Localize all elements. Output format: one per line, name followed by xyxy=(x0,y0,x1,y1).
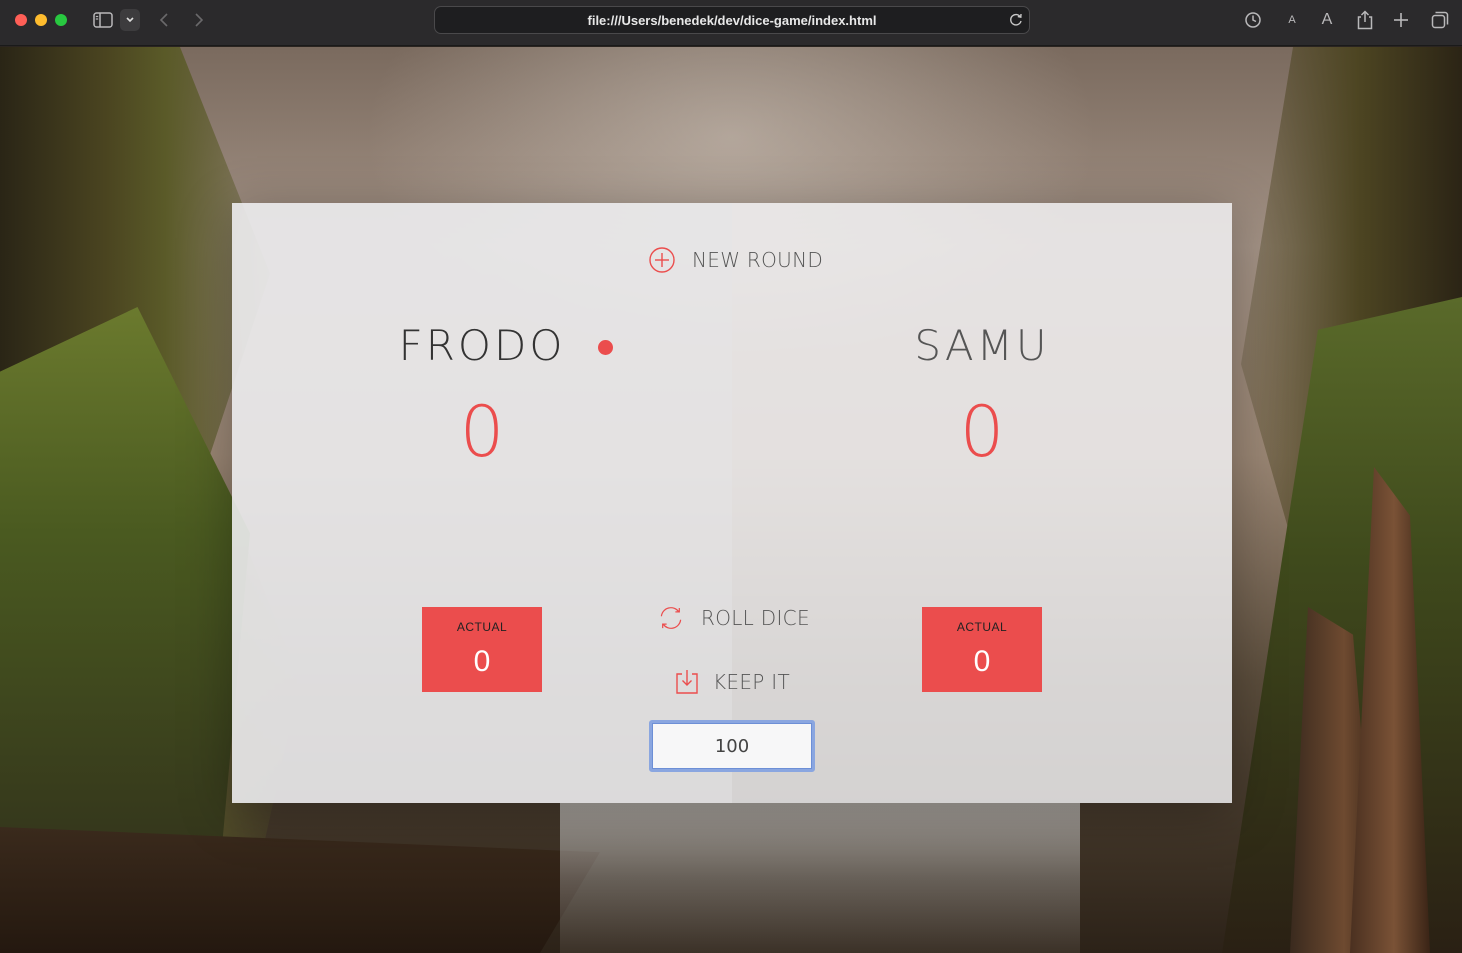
download-icon xyxy=(675,668,699,696)
new-tab-icon[interactable] xyxy=(1392,9,1410,31)
keep-it-label: KEEP IT xyxy=(713,670,791,694)
player-1-current-score: 0 xyxy=(973,645,991,678)
background-ground xyxy=(0,827,600,953)
tab-overview-icon[interactable] xyxy=(1430,9,1450,31)
roll-dice-button[interactable]: ROLL DICE xyxy=(657,604,810,632)
new-round-label: NEW ROUND xyxy=(692,248,824,272)
player-1-panel: SAMU 0 ACTUAL 0 xyxy=(732,203,1232,803)
keep-it-button[interactable]: KEEP IT xyxy=(675,668,790,696)
url-text: file:///Users/benedek/dev/dice-game/inde… xyxy=(587,13,877,28)
close-window-button[interactable] xyxy=(15,14,27,26)
sidebar-icon[interactable] xyxy=(91,9,115,31)
share-icon[interactable] xyxy=(1356,9,1374,31)
refresh-icon xyxy=(657,604,685,632)
player-1-name: SAMU xyxy=(914,321,1050,370)
final-score-input[interactable] xyxy=(649,720,815,772)
minimize-window-button[interactable] xyxy=(35,14,47,26)
background-waterfall xyxy=(560,803,1080,953)
chevron-left-icon[interactable] xyxy=(155,9,173,31)
player-0-current-score: 0 xyxy=(473,645,491,678)
reload-icon[interactable] xyxy=(1007,11,1025,29)
game-panel: FRODO 0 ACTUAL 0 SAMU 0 ACTUAL 0 NEW ROU… xyxy=(232,203,1232,803)
player-1-score: 0 xyxy=(959,391,1005,473)
history-icon[interactable] xyxy=(1242,9,1264,31)
player-0-score: 0 xyxy=(459,391,505,473)
player-1-current-box: ACTUAL 0 xyxy=(922,607,1042,692)
zoom-window-button[interactable] xyxy=(55,14,67,26)
active-player-indicator xyxy=(598,340,613,355)
plus-circle-icon xyxy=(648,246,676,274)
browser-toolbar: file:///Users/benedek/dev/dice-game/inde… xyxy=(0,0,1462,46)
font-decrease-icon[interactable]: A xyxy=(1284,9,1300,31)
player-0-panel: FRODO 0 ACTUAL 0 xyxy=(232,203,732,803)
current-label: ACTUAL xyxy=(456,620,508,634)
player-0-current-box: ACTUAL 0 xyxy=(422,607,542,692)
chevron-down-icon[interactable] xyxy=(120,9,140,31)
address-bar[interactable]: file:///Users/benedek/dev/dice-game/inde… xyxy=(434,6,1030,34)
font-increase-icon[interactable]: A xyxy=(1318,9,1336,31)
new-round-button[interactable]: NEW ROUND xyxy=(648,246,823,274)
player-0-name: FRODO xyxy=(398,321,566,370)
chevron-right-icon[interactable] xyxy=(190,9,208,31)
roll-dice-label: ROLL DICE xyxy=(701,606,810,630)
current-label: ACTUAL xyxy=(956,620,1008,634)
